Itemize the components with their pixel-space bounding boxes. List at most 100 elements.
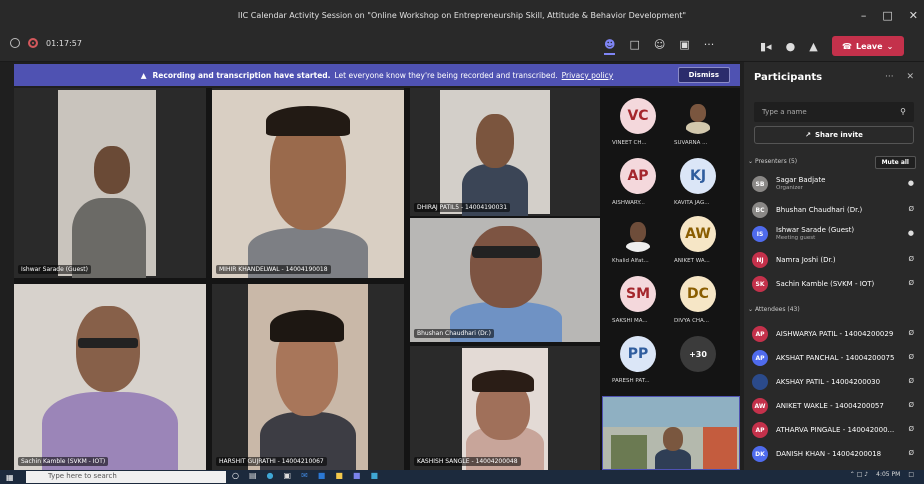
participant-name: Namra Joshi (Dr.) [776, 256, 836, 264]
participant-avatar[interactable]: DC [680, 276, 716, 312]
participant-row[interactable]: IS Ishwar Sarade (Guest) Meeting guest ● [752, 224, 918, 244]
rooms-icon[interactable]: ▣ [679, 38, 689, 55]
minimize-icon[interactable]: – [861, 9, 867, 22]
warning-icon: ▲ [140, 70, 147, 80]
more-options-icon[interactable]: ··· [885, 72, 894, 82]
widgets-icon[interactable]: ▤ [249, 471, 257, 480]
participant-avatar[interactable] [680, 98, 716, 134]
leave-button[interactable]: ☎ Leave ⌄ [831, 36, 904, 56]
participant-avatar[interactable]: AP [620, 158, 656, 194]
video-tile[interactable]: Sachin Kamble (SVKM - IOT) [14, 284, 206, 470]
participant-avatar[interactable]: AW [680, 216, 716, 252]
participant-name: MIHIR KHANDELWAL - 14004190018 [216, 265, 331, 274]
participant-role: Organizer [776, 185, 803, 191]
share-icon: ↗ [805, 131, 812, 139]
video-tile[interactable]: DHIRAJ PATIL5 - 14004190031 [410, 88, 600, 216]
maximize-icon[interactable]: □ [882, 9, 892, 22]
privacy-policy-link[interactable]: Privacy policy [562, 71, 614, 80]
close-icon[interactable]: ✕ [909, 9, 918, 22]
reactions-icon[interactable]: ☺ [654, 38, 665, 55]
participant-row[interactable]: SK Sachin Kamble (SVKM - IOT) Ø [752, 274, 918, 294]
participant-avatar[interactable]: SM [620, 276, 656, 312]
participants-icon[interactable]: ☻ [604, 38, 616, 55]
video-tile[interactable]: Bhushan Chaudhari (Dr.) [410, 218, 600, 342]
share-screen-icon[interactable]: ▲ [809, 40, 817, 53]
avatar: AP [752, 422, 768, 438]
notifications-icon[interactable]: □ [908, 471, 914, 478]
avatar-initials: +30 [689, 349, 707, 359]
participant-row[interactable]: DK DANISH KHAN - 14004200018 Ø [752, 444, 918, 464]
participant-name: ATHARVA PINGALE - 140042000... [776, 426, 895, 434]
app-icon[interactable]: ■ [370, 471, 378, 480]
video-tile[interactable]: Ishwar Sarade (Guest) [14, 88, 206, 278]
window-title: IIC Calendar Activity Session on "Online… [237, 10, 687, 20]
name-search-input[interactable]: Type a name ⚲ [754, 102, 914, 122]
outlook-icon[interactable]: ■ [318, 471, 326, 480]
camera-icon[interactable]: ▮◂ [760, 40, 772, 53]
avatar: BC [752, 202, 768, 218]
phone-icon: ☎ [842, 41, 852, 51]
taskbar-search-input[interactable]: Type here to search [26, 471, 226, 483]
close-panel-icon[interactable]: ✕ [906, 72, 914, 82]
mic-muted-icon: Ø [908, 255, 914, 263]
store-icon[interactable]: ▣ [284, 471, 292, 480]
participant-name: DHIRAJ PATIL5 - 14004190031 [414, 203, 511, 212]
avatar: NJ [752, 252, 768, 268]
attendees-header[interactable]: ⌄ Attendees (43) [748, 306, 800, 313]
participant-row[interactable]: BC Bhushan Chaudhari (Dr.) Ø [752, 200, 918, 220]
mute-all-button[interactable]: Mute all [874, 156, 916, 169]
avatar-label: VINEET CH... [612, 140, 647, 146]
shield-icon [10, 38, 20, 48]
avatar-label: AISHWARY... [612, 200, 645, 206]
avatar-initials: SM [625, 286, 650, 302]
participant-name: AKSHAT PANCHAL - 14004200075 [776, 354, 895, 362]
teams-icon[interactable]: ■ [353, 471, 361, 480]
taskbar-search-placeholder: Type here to search [48, 472, 117, 480]
avatar: DK [752, 446, 768, 462]
mic-muted-icon: Ø [908, 449, 914, 457]
microphone-icon[interactable]: ● [786, 40, 796, 53]
presenters-header[interactable]: ⌄ Presenters (5) [748, 158, 797, 165]
mic-muted-icon: Ø [908, 425, 914, 433]
participant-row[interactable]: AP AISHWARYA PATIL - 14004200029 Ø [752, 324, 918, 344]
tray-icons[interactable]: ⌃ □ ♪ [850, 471, 868, 478]
participant-name: KASHISH SANGLE - 14004200048 [414, 457, 521, 466]
dismiss-button[interactable]: Dismiss [677, 67, 730, 83]
windows-start-icon[interactable]: ▦ [6, 473, 14, 482]
recording-icon [28, 38, 38, 48]
participant-name: HARSHIT GUJRATHI - 14004210067 [216, 457, 327, 466]
chevron-down-icon[interactable]: ⌄ [887, 42, 894, 51]
participant-row[interactable]: AW ANIKET WAKLE - 14004200057 Ø [752, 396, 918, 416]
avatar-initials: AW [685, 226, 711, 242]
participant-row[interactable]: AP ATHARVA PINGALE - 140042000... Ø [752, 420, 918, 440]
mic-muted-icon: Ø [908, 377, 914, 385]
avatar-label: DIVYA CHA... [674, 318, 709, 324]
explorer-icon[interactable]: ■ [335, 471, 343, 480]
more-options-icon[interactable]: ··· [704, 38, 715, 55]
avatar: AP [752, 350, 768, 366]
video-tile[interactable]: KASHISH SANGLE - 14004200048 [410, 346, 600, 470]
video-tile[interactable]: HARSHIT GUJRATHI - 14004210067 [212, 284, 404, 470]
avatar-initials: PP [627, 346, 649, 362]
participant-row[interactable]: AP AKSHAT PANCHAL - 14004200075 Ø [752, 348, 918, 368]
chat-icon[interactable]: □ [629, 38, 639, 55]
participant-row[interactable]: SB Sagar Badjate Organizer ● [752, 174, 918, 194]
participant-avatar[interactable]: VC [620, 98, 656, 134]
mail-icon[interactable]: ✉ [301, 471, 308, 480]
participant-row[interactable]: AKSHAY PATIL - 14004200030 Ø [752, 372, 918, 392]
avatar: SB [752, 176, 768, 192]
banner-bold-text: Recording and transcription have started… [152, 70, 331, 80]
task-view-icon[interactable]: ○ [232, 471, 239, 480]
participant-avatar[interactable] [620, 216, 656, 252]
clock[interactable]: 4:05 PM [876, 471, 900, 478]
participant-row[interactable]: NJ Namra Joshi (Dr.) Ø [752, 250, 918, 270]
self-view[interactable] [602, 396, 740, 470]
more-participants-button[interactable]: +30 [680, 336, 716, 372]
participant-avatar[interactable]: KJ [680, 158, 716, 194]
edge-icon[interactable]: ● [267, 471, 274, 480]
share-invite-button[interactable]: ↗ Share invite [754, 126, 914, 144]
participants-panel: Participants ··· ✕ Type a name ⚲ ↗ Share… [744, 62, 924, 470]
video-tile[interactable]: MIHIR KHANDELWAL - 14004190018 [212, 88, 404, 278]
avatar: IS [752, 226, 768, 242]
participant-avatar[interactable]: PP [620, 336, 656, 372]
